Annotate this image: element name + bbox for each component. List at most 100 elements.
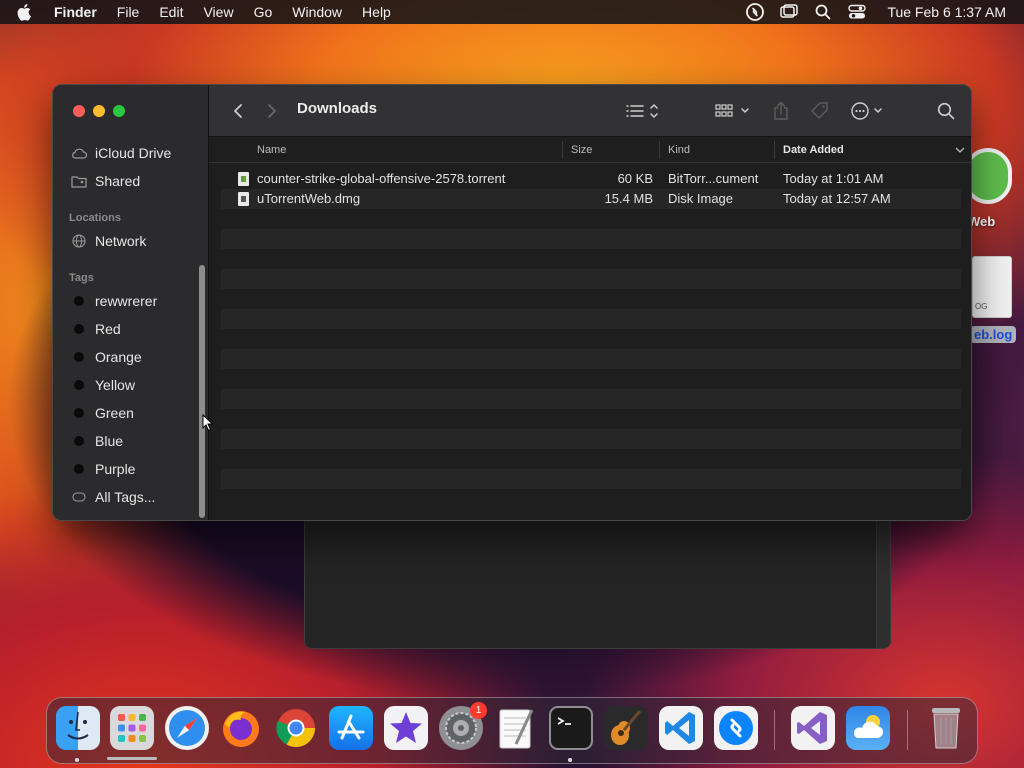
dock-safari[interactable]: [165, 706, 209, 750]
guitar-icon: [611, 710, 642, 745]
column-header: Name Size Kind Date Added: [209, 137, 971, 163]
dock-trash[interactable]: [924, 704, 968, 752]
spotlight-search-icon[interactable]: [813, 2, 833, 22]
dock-garageband[interactable]: [604, 706, 648, 750]
column-divider[interactable]: [562, 141, 563, 159]
background-window-scrollbar[interactable]: [876, 519, 890, 648]
all-tags-icon: [71, 490, 87, 504]
chrome-icon: [276, 709, 316, 748]
sidebar-scrollbar[interactable]: [199, 265, 205, 518]
window-title: Downloads: [297, 100, 378, 117]
group-by-button[interactable]: [713, 99, 753, 123]
column-kind[interactable]: Kind: [668, 144, 690, 156]
menu-file[interactable]: File: [107, 0, 150, 24]
firefox-icon: [223, 711, 259, 747]
empty-row: [221, 369, 961, 389]
background-window[interactable]: [304, 518, 891, 649]
empty-row: [221, 469, 961, 489]
column-divider[interactable]: [659, 141, 660, 159]
sidebar-tag-rewwrerer[interactable]: rewwrerer: [71, 290, 157, 312]
file-size: 15.4 MB: [604, 191, 653, 206]
sidebar-all-tags[interactable]: All Tags...: [71, 486, 155, 508]
menu-edit[interactable]: Edit: [149, 0, 193, 24]
menu-app-name[interactable]: Finder: [50, 0, 107, 24]
sidebar-item-network[interactable]: Network: [71, 230, 146, 252]
notification-badge: 1: [470, 702, 487, 719]
tag-dot-icon: [74, 380, 84, 390]
safari-compass-icon: [169, 710, 205, 746]
file-date-added: Today at 12:57 AM: [783, 191, 891, 206]
minimize-window-button[interactable]: [93, 105, 105, 117]
empty-row: [221, 269, 961, 289]
column-divider[interactable]: [774, 141, 775, 159]
finder-window: iCloud Drive Shared Locations Network Ta…: [52, 84, 972, 521]
menu-go[interactable]: Go: [244, 0, 283, 24]
log-file-icon: OG: [972, 256, 1012, 318]
control-center-icon[interactable]: [847, 2, 867, 22]
menu-view[interactable]: View: [193, 0, 243, 24]
dock-imovie[interactable]: [384, 706, 428, 750]
badge-count: 1: [475, 705, 482, 716]
dock-weather[interactable]: [846, 706, 890, 750]
screen-mirroring-icon[interactable]: [779, 2, 799, 22]
close-window-button[interactable]: [73, 105, 85, 117]
empty-row: [221, 229, 961, 249]
dock-visual-studio[interactable]: [791, 706, 835, 750]
sidebar-tag-yellow[interactable]: Yellow: [71, 374, 135, 396]
finder-face-icon: [67, 711, 89, 740]
dock-finder[interactable]: [56, 706, 100, 750]
sidebar-item-icloud-drive[interactable]: iCloud Drive: [71, 142, 171, 164]
column-date-added[interactable]: Date Added: [783, 144, 844, 156]
tag-dot-icon: [74, 352, 84, 362]
list-view-button[interactable]: [623, 99, 663, 123]
sidebar-item-shared[interactable]: Shared: [71, 170, 140, 192]
tag-dot-icon: [74, 324, 84, 334]
empty-row: [221, 349, 961, 369]
sidebar-item-label: Network: [95, 233, 147, 249]
dock-launchpad[interactable]: [110, 706, 154, 750]
apple-menu-icon[interactable]: [0, 0, 50, 24]
column-size[interactable]: Size: [571, 144, 592, 156]
share-button[interactable]: [770, 99, 792, 123]
zoom-window-button[interactable]: [113, 105, 125, 117]
dock-chrome[interactable]: [274, 706, 318, 750]
dock: 1: [46, 697, 978, 764]
dock-terminal[interactable]: [549, 706, 593, 750]
dock-firefox[interactable]: [219, 706, 263, 750]
sidebar-tag-orange[interactable]: Orange: [71, 346, 142, 368]
sidebar-item-label: All Tags...: [95, 489, 156, 505]
dock-vscode[interactable]: [659, 706, 703, 750]
forward-button[interactable]: [261, 99, 283, 123]
sidebar-item-label: Purple: [95, 461, 136, 477]
back-button[interactable]: [227, 99, 249, 123]
empty-row: [221, 209, 961, 229]
dock-shazam[interactable]: [714, 706, 758, 750]
menubar-clock[interactable]: Tue Feb 6 1:37 AM: [887, 4, 1006, 20]
empty-row: [221, 409, 961, 429]
empty-row: [221, 329, 961, 349]
finder-sidebar: iCloud Drive Shared Locations Network Ta…: [53, 85, 209, 520]
file-kind: Disk Image: [668, 191, 734, 206]
tag-button[interactable]: [809, 99, 831, 123]
sidebar-tag-red[interactable]: Red: [71, 318, 121, 340]
sidebar-tag-blue[interactable]: Blue: [71, 430, 123, 452]
dock-app-store[interactable]: [329, 706, 373, 750]
search-icon[interactable]: [935, 99, 957, 123]
mouse-cursor-icon: [202, 413, 214, 437]
shazam-menubar-icon[interactable]: [745, 2, 765, 22]
sidebar-tag-green[interactable]: Green: [71, 402, 134, 424]
weather-icon: [853, 715, 883, 738]
column-name[interactable]: Name: [257, 144, 286, 156]
disk-image-icon: [238, 192, 249, 206]
sidebar-tag-purple[interactable]: Purple: [71, 458, 135, 480]
sort-chevron-icon[interactable]: [955, 145, 965, 157]
table-row[interactable]: uTorrentWeb.dmg 15.4 MB Disk Image Today…: [221, 189, 961, 209]
finder-main: Downloads Name Size Kind Date Added coun…: [209, 85, 971, 520]
menu-help[interactable]: Help: [352, 0, 401, 24]
file-name: uTorrentWeb.dmg: [257, 191, 361, 206]
more-actions-button[interactable]: [849, 99, 889, 123]
dock-textedit[interactable]: [494, 706, 538, 750]
file-kind: BitTorr...cument: [668, 171, 759, 186]
table-row[interactable]: counter-strike-global-offensive-2578.tor…: [221, 169, 961, 189]
menu-window[interactable]: Window: [282, 0, 352, 24]
